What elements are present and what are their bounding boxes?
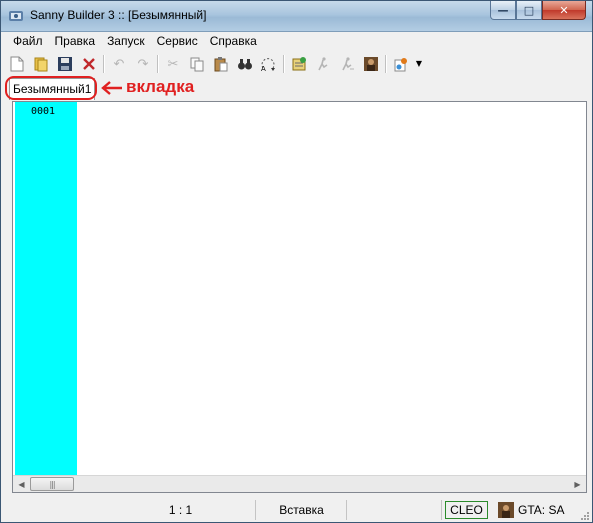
menu-help[interactable]: Справка (204, 31, 263, 51)
cut-icon[interactable]: ✂ (163, 54, 183, 74)
options-icon[interactable] (391, 54, 411, 74)
window-title: Sanny Builder 3 :: [Безымянный] (30, 8, 207, 22)
close-button[interactable]: ✕ (542, 1, 586, 20)
annotation-highlight (5, 76, 97, 100)
gta-character-icon[interactable] (361, 54, 381, 74)
tab-strip: Безымянный1 вкладка (1, 76, 592, 101)
new-file-icon[interactable] (7, 54, 27, 74)
app-window: Sanny Builder 3 :: [Безымянный] — □ ✕ Фа… (0, 0, 593, 523)
scrollbar-thumb[interactable]: ||| (30, 477, 74, 491)
horizontal-scrollbar[interactable]: ◀ ||| ▶ (13, 475, 586, 492)
open-folder-icon[interactable] (31, 54, 51, 74)
find-icon[interactable] (235, 54, 255, 74)
chevron-down-icon[interactable]: ▼ (415, 54, 423, 74)
decompile-icon[interactable] (337, 54, 357, 74)
save-icon[interactable] (55, 54, 75, 74)
title-bar[interactable]: Sanny Builder 3 :: [Безымянный] — □ ✕ (1, 1, 592, 32)
maximize-button[interactable]: □ (516, 1, 542, 20)
toolbar-separator (157, 55, 159, 73)
copy-icon[interactable] (187, 54, 207, 74)
minimize-button[interactable]: — (490, 1, 516, 20)
undo-icon[interactable]: ↶ (109, 54, 129, 74)
status-panel-empty (348, 500, 442, 520)
gta-character-icon (498, 502, 514, 518)
insert-mode: Вставка (257, 500, 347, 520)
toolbar-separator (385, 55, 387, 73)
redo-icon[interactable]: ↷ (133, 54, 153, 74)
line-number: 0001 (31, 106, 56, 117)
window-controls: — □ ✕ (490, 1, 586, 21)
close-file-icon[interactable] (79, 54, 99, 74)
line-number-gutter: 0001 (15, 102, 77, 475)
svg-text:A: A (261, 65, 266, 72)
menu-edit[interactable]: Правка (49, 31, 102, 51)
menu-run[interactable]: Запуск (101, 31, 151, 51)
annotation-arrow-icon (101, 81, 122, 95)
compile-icon[interactable] (289, 54, 309, 74)
cleo-badge[interactable]: CLEO (445, 501, 488, 519)
run-icon[interactable] (313, 54, 333, 74)
menu-tools[interactable]: Сервис (151, 31, 204, 51)
game-label[interactable]: GTA: SA (518, 501, 564, 519)
menu-file[interactable]: Файл (7, 31, 49, 51)
resize-grip-icon[interactable] (580, 511, 590, 521)
find-next-icon[interactable]: A (259, 54, 279, 74)
app-icon (9, 11, 23, 21)
scroll-left-icon[interactable]: ◀ (13, 476, 30, 492)
toolbar-separator (103, 55, 105, 73)
status-bar: 1 : 1 Вставка CLEO GTA: SA (1, 499, 592, 523)
annotation-label: вкладка (126, 77, 195, 96)
paste-icon[interactable] (211, 54, 231, 74)
toolbar-separator (283, 55, 285, 73)
menu-bar: Файл Правка Запуск Сервис Справка (1, 31, 592, 51)
code-editor[interactable]: 0001 ◀ ||| ▶ (12, 101, 587, 493)
cursor-position: 1 : 1 (106, 500, 256, 520)
scroll-right-icon[interactable]: ▶ (569, 476, 586, 492)
toolbar: ↶ ↷ ✂ A ▼ (1, 52, 592, 76)
